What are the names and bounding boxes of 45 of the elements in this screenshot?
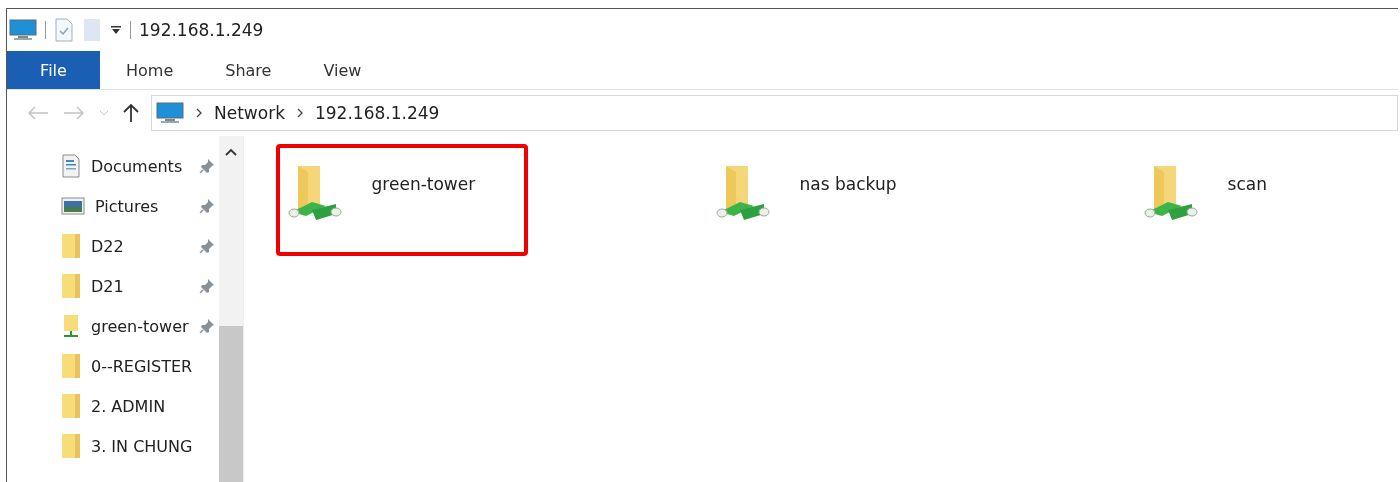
sidebar-item[interactable]: D22 [91, 236, 189, 256]
folder-name[interactable]: green-tower [371, 160, 476, 194]
folder-icon [61, 393, 81, 419]
back-arrow-icon[interactable] [27, 106, 49, 120]
sidebar-item[interactable]: Documents [91, 156, 189, 176]
sidebar-item[interactable]: green-tower [91, 316, 189, 336]
sidebar-item[interactable]: D21 [91, 276, 189, 296]
folder-name[interactable]: scan [1227, 160, 1267, 194]
folder-icon [61, 353, 81, 379]
sidebar-item[interactable]: 0--REGISTER [91, 356, 219, 376]
breadcrumb-item[interactable]: Network [214, 103, 285, 123]
ribbon-tab[interactable]: Share [199, 51, 298, 89]
folder-icon [61, 273, 81, 299]
sidebar-item[interactable]: 3. IN CHUNG [91, 436, 219, 456]
pin-icon[interactable] [198, 198, 215, 214]
pin-icon[interactable] [198, 238, 215, 254]
window-title: 192.168.1.249 [139, 20, 264, 40]
computer-icon [156, 102, 184, 124]
picture-icon [61, 197, 85, 215]
scroll-up-icon[interactable] [224, 148, 237, 156]
properties-icon[interactable] [54, 18, 74, 42]
address-bar[interactable]: Network 192.168.1.249 [151, 95, 1398, 131]
chevron-right-icon [297, 108, 303, 118]
up-arrow-icon[interactable] [123, 103, 139, 123]
breadcrumb-item[interactable]: 192.168.1.249 [315, 103, 440, 123]
computer-icon [9, 19, 37, 41]
ribbon-tab[interactable]: File [7, 51, 100, 89]
chevron-down-icon[interactable] [99, 110, 109, 116]
forward-arrow-icon[interactable] [63, 106, 85, 120]
folder-icon [61, 433, 81, 459]
ribbon-tab[interactable]: View [297, 51, 388, 89]
folder-name[interactable]: nas backup [799, 160, 897, 194]
network-folder-icon [61, 314, 81, 338]
pin-icon[interactable] [198, 278, 215, 294]
ribbon-tab[interactable]: Home [100, 51, 200, 89]
sidebar-item[interactable]: Pictures [95, 196, 189, 216]
folder-icon [61, 233, 81, 259]
chevron-right-icon [196, 108, 202, 118]
dropdown-icon[interactable] [110, 25, 122, 35]
scrollbar[interactable] [218, 136, 243, 482]
document-icon [61, 154, 81, 178]
pin-icon[interactable] [198, 318, 215, 334]
scrollbar-thumb[interactable] [218, 326, 243, 482]
pin-icon[interactable] [198, 158, 215, 174]
sidebar-item[interactable]: 2. ADMIN [91, 396, 219, 416]
